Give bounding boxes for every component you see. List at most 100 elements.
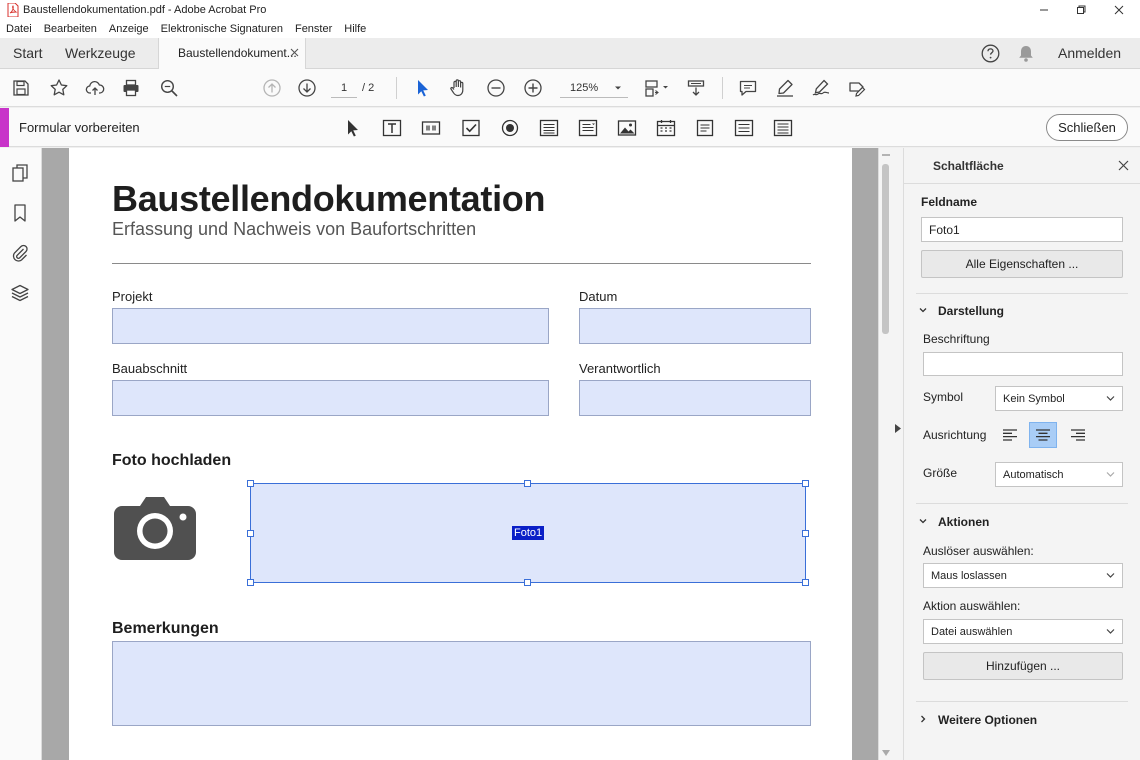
field-name-label: Feldname (921, 195, 978, 209)
align-left-button[interactable] (996, 422, 1024, 448)
field-verantwortlich[interactable] (579, 380, 811, 416)
maximize-button[interactable] (1063, 0, 1099, 20)
resize-handle[interactable] (247, 579, 254, 586)
chevron-right-icon (895, 424, 901, 433)
resize-handle[interactable] (247, 530, 254, 537)
page-thumbnails-icon[interactable] (10, 163, 30, 183)
vertical-scrollbar[interactable] (878, 148, 892, 760)
trigger-value: Maus loslassen (931, 570, 1007, 582)
prepare-form-title: Formular vorbereiten (19, 120, 140, 135)
close-icon (1114, 5, 1124, 15)
comb-field-tool-icon[interactable] (421, 118, 441, 138)
help-icon[interactable] (981, 44, 1000, 63)
resize-handle[interactable] (802, 579, 809, 586)
dropdown-tool-icon[interactable] (578, 118, 598, 138)
button-tool-icon[interactable] (734, 118, 754, 138)
align-center-button[interactable] (1029, 422, 1057, 448)
bookmarks-icon[interactable] (10, 203, 30, 223)
label-datum: Datum (579, 289, 618, 304)
next-page-icon[interactable] (297, 78, 317, 98)
scroll-up-icon[interactable] (882, 150, 890, 156)
list-box-tool-icon[interactable] (539, 118, 559, 138)
save-icon[interactable] (11, 78, 31, 98)
checkbox-tool-icon[interactable] (461, 118, 481, 138)
actions-section-title[interactable]: Aktionen (938, 515, 989, 529)
all-properties-button[interactable]: Alle Eigenschaften ... (921, 250, 1123, 278)
signature-field-tool-icon[interactable] (695, 118, 715, 138)
panel-collapse-strip[interactable] (892, 148, 904, 760)
layers-icon[interactable] (10, 283, 30, 303)
trigger-select[interactable]: Maus loslassen (923, 563, 1123, 588)
scroll-down-icon[interactable] (882, 750, 890, 756)
align-right-button[interactable] (1064, 422, 1092, 448)
tab-start[interactable]: Start (13, 45, 43, 61)
camera-icon (112, 492, 198, 562)
resize-handle[interactable] (247, 480, 254, 487)
appearance-section-title[interactable]: Darstellung (938, 304, 1004, 318)
menu-anzeige[interactable]: Anzeige (109, 23, 149, 35)
chevron-down-icon[interactable] (919, 306, 927, 314)
photo-button-field[interactable]: Foto1 (247, 480, 809, 586)
zoom-search-icon[interactable] (159, 78, 179, 98)
image-field-tool-icon[interactable] (617, 118, 637, 138)
tab-tools[interactable]: Werkzeuge (65, 45, 136, 61)
resize-handle[interactable] (524, 480, 531, 487)
attachment-icon[interactable] (10, 243, 30, 263)
more-options-title[interactable]: Weitere Optionen (938, 713, 1037, 727)
sign-icon[interactable] (811, 78, 831, 98)
fill-sign-icon[interactable] (847, 78, 867, 98)
page-number-input[interactable] (331, 79, 357, 98)
resize-handle[interactable] (802, 530, 809, 537)
tab-document[interactable]: Baustellendokument... (158, 38, 306, 69)
signin-link[interactable]: Anmelden (1058, 45, 1121, 61)
close-window-button[interactable] (1101, 0, 1137, 20)
action-select[interactable]: Datei auswählen (923, 619, 1123, 644)
field-datum[interactable] (579, 308, 811, 344)
menu-fenster[interactable]: Fenster (295, 23, 332, 35)
radio-button-tool-icon[interactable] (500, 118, 520, 138)
menu-hilfe[interactable]: Hilfe (344, 23, 366, 35)
add-action-button[interactable]: Hinzufügen ... (923, 652, 1123, 680)
text-field-tool-icon[interactable] (382, 118, 402, 138)
page-layout-icon[interactable] (643, 78, 671, 98)
previous-page-icon[interactable] (262, 78, 282, 98)
size-select[interactable]: Automatisch (995, 462, 1123, 487)
date-field-tool-icon[interactable] (656, 118, 676, 138)
field-projekt[interactable] (112, 308, 549, 344)
select-pointer-icon[interactable] (413, 78, 433, 98)
menu-datei[interactable]: Datei (6, 23, 32, 35)
hand-tool-icon[interactable] (448, 78, 468, 98)
more-fields-tool-icon[interactable] (773, 118, 793, 138)
chevron-right-icon[interactable] (919, 715, 927, 723)
resize-handle[interactable] (802, 480, 809, 487)
close-tab-icon[interactable] (290, 48, 299, 57)
print-icon[interactable] (121, 78, 141, 98)
select-object-icon[interactable] (343, 118, 363, 138)
scroll-thumb[interactable] (882, 164, 889, 334)
minimize-button[interactable] (1026, 0, 1062, 20)
cloud-upload-icon[interactable] (85, 78, 105, 98)
close-panel-icon[interactable] (1118, 160, 1129, 171)
caption-input[interactable] (923, 352, 1123, 376)
highlight-pen-icon[interactable] (775, 78, 795, 98)
menu-bearbeiten[interactable]: Bearbeiten (44, 23, 97, 35)
zoom-select[interactable]: 125% (560, 79, 628, 98)
chevron-down-icon (1106, 628, 1115, 635)
zoom-out-icon[interactable] (486, 78, 506, 98)
resize-handle[interactable] (524, 579, 531, 586)
field-bauabschnitt[interactable] (112, 380, 549, 416)
comment-icon[interactable] (738, 78, 758, 98)
scroll-mode-icon[interactable] (686, 78, 706, 98)
field-bemerkungen[interactable] (112, 641, 811, 726)
menu-signaturen[interactable]: Elektronische Signaturen (161, 23, 283, 35)
chevron-down-icon[interactable] (919, 517, 927, 525)
properties-panel: Schaltfläche Feldname Alle Eigenschaften… (904, 148, 1140, 760)
close-form-button[interactable]: Schließen (1046, 114, 1128, 141)
bookmark-star-icon[interactable] (49, 78, 69, 98)
zoom-in-icon[interactable] (523, 78, 543, 98)
field-name-input[interactable] (921, 217, 1123, 242)
symbol-select[interactable]: Kein Symbol (995, 386, 1123, 411)
caption-label: Beschriftung (923, 332, 990, 346)
acrobat-pdf-icon (7, 3, 19, 17)
bell-icon[interactable] (1018, 44, 1034, 63)
